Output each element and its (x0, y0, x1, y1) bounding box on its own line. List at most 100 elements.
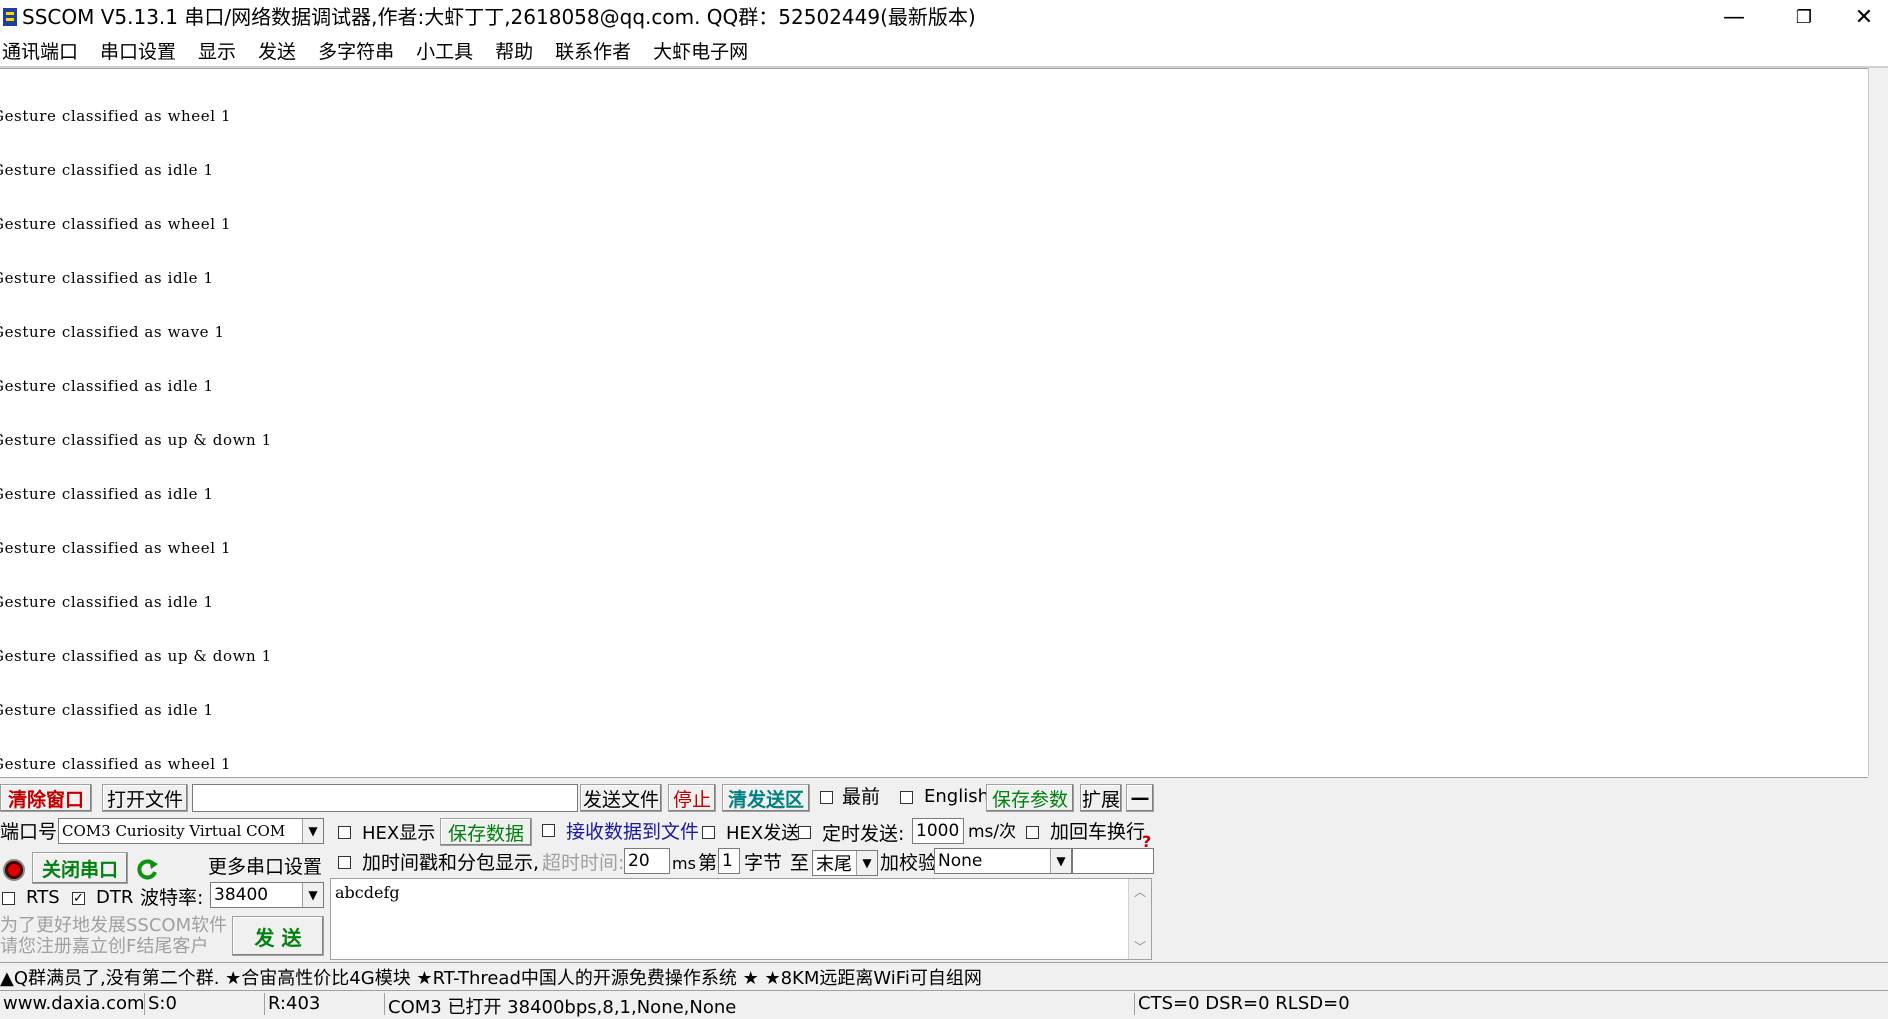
send-button[interactable]: 发 送 (232, 916, 324, 956)
add-crlf-label: 加回车换行 (1050, 821, 1146, 843)
receive-line: Gesture classified as up & down 1 (0, 647, 272, 665)
receive-line: Gesture classified as up & down 1 (0, 431, 272, 449)
collapse-button[interactable]: — (1126, 784, 1154, 812)
menu-contact-author[interactable]: 联系作者 (553, 37, 641, 64)
dtr-checkbox[interactable]: ✓ (72, 892, 85, 905)
menu-daxia-site[interactable]: 大虾电子网 (651, 37, 758, 64)
status-sent: S:0 (144, 993, 264, 1015)
send-file-button[interactable]: 发送文件 (580, 784, 662, 812)
nth-label: 第 (698, 852, 718, 874)
window-title: SSCOM V5.13.1 串口/网络数据调试器,作者:大虾丁丁,2618058… (22, 5, 976, 29)
byte-label: 字节 (744, 852, 783, 874)
open-file-button[interactable]: 打开文件 (102, 784, 188, 812)
send-text-area[interactable]: abcdefg ︿ ﹀ (330, 878, 1152, 960)
chevron-down-icon: ▼ (302, 819, 323, 843)
close-port-button[interactable]: 关闭串口 (32, 852, 128, 884)
recv-to-file-label[interactable]: 接收数据到文件 (566, 820, 699, 844)
menu-help[interactable]: 帮助 (493, 37, 543, 64)
dtr-label: DTR (96, 887, 134, 908)
english-label: English (924, 786, 989, 807)
english-checkbox[interactable] (900, 791, 913, 804)
scroll-down-icon[interactable]: ﹀ (1134, 938, 1146, 955)
refresh-icon[interactable] (134, 856, 160, 882)
ad-bar: ▲Q群满员了,没有第二个群. ★合宙高性价比4G模块 ★RT-Thread中国人… (0, 962, 1888, 989)
receive-line: Gesture classified as wheel 1 (0, 215, 232, 233)
menu-comm-port[interactable]: 通讯端口 (0, 37, 88, 64)
chevron-down-icon: ▼ (856, 851, 877, 875)
close-button[interactable]: ✕ (1840, 0, 1888, 34)
status-port-state: COM3 已打开 38400bps,8,1,None,None (384, 993, 1134, 1018)
maximize-button[interactable]: ❐ (1770, 0, 1838, 34)
receive-line: Gesture classified as wave 1 (0, 323, 225, 341)
hex-display-label: HEX显示 (362, 823, 436, 844)
receive-line: Gesture classified as idle 1 (0, 269, 214, 287)
baud-select-value: 38400 (214, 885, 269, 905)
to-label: 至 (790, 852, 810, 874)
rts-label: RTS (26, 887, 60, 908)
promo-line-1: 为了更好地发展SSCOM软件 (0, 915, 228, 936)
add-crlf-checkbox[interactable] (1026, 826, 1039, 839)
end-select[interactable]: 末尾 ▼ (812, 850, 878, 876)
stop-button[interactable]: 停止 (668, 784, 716, 812)
checksum-label: 加校验 (880, 852, 938, 874)
file-path-input[interactable] (192, 784, 578, 812)
hex-send-label: HEX发送 (726, 823, 800, 844)
port-select[interactable]: COM3 Curiosity Virtual COM ▼ (58, 818, 324, 844)
baud-select[interactable]: 38400 ▼ (210, 882, 324, 908)
receive-line: Gesture classified as idle 1 (0, 377, 214, 395)
menu-tools[interactable]: 小工具 (414, 37, 483, 64)
chevron-down-icon: ▼ (1050, 849, 1071, 873)
checksum-select[interactable]: None ▼ (934, 848, 1072, 874)
promo-line-2: 请您注册嘉立创F结尾客户 (0, 936, 209, 957)
timestamp-label: 加时间戳和分包显示, (362, 852, 540, 874)
expand-button[interactable]: 扩展 (1080, 784, 1122, 812)
status-site[interactable]: www.daxia.com (0, 993, 145, 1015)
timestamp-checkbox[interactable] (338, 856, 351, 869)
interval-unit: ms/次 (968, 822, 1017, 842)
clear-send-button[interactable]: 清发送区 (722, 784, 810, 812)
checksum-select-value: None (938, 851, 983, 871)
menu-serial-settings[interactable]: 串口设置 (98, 37, 186, 64)
interval-input[interactable]: 1000 (912, 818, 964, 844)
minimize-button[interactable]: — (1700, 0, 1768, 34)
clear-window-button[interactable]: 清除窗口 (0, 784, 92, 812)
topmost-label: 最前 (842, 786, 881, 808)
timeout-input[interactable]: 20 (624, 848, 670, 874)
timed-send-label: 定时发送: (822, 823, 905, 845)
rts-checkbox[interactable] (2, 892, 15, 905)
recv-to-file-checkbox[interactable] (542, 824, 555, 837)
receive-line: Gesture classified as wheel 1 (0, 107, 232, 125)
menu-multi-string[interactable]: 多字符串 (316, 37, 404, 64)
timed-send-checkbox[interactable] (798, 826, 811, 839)
receive-line: Gesture classified as idle 1 (0, 161, 214, 179)
receive-scrollbar[interactable] (1868, 68, 1888, 776)
send-text: abcdefg (335, 883, 400, 902)
ad-text[interactable]: ▲Q群满员了,没有第二个群. ★合宙高性价比4G模块 ★RT-Thread中国人… (0, 964, 982, 990)
port-status-icon (3, 859, 25, 881)
receive-line: Gesture classified as idle 1 (0, 485, 214, 503)
receive-line: Gesture classified as idle 1 (0, 593, 214, 611)
port-label: 端口号 (0, 821, 58, 843)
receive-line: Gesture classified as wheel 1 (0, 755, 232, 773)
more-settings-button[interactable]: 更多串口设置 (206, 850, 324, 880)
save-data-button[interactable]: 保存数据 (440, 818, 532, 846)
nth-input[interactable]: 1 (718, 848, 740, 874)
status-bar: www.daxia.com S:0 R:403 COM3 已打开 38400bp… (0, 990, 1888, 1018)
baud-label: 波特率: (140, 887, 204, 909)
scroll-up-icon[interactable]: ︿ (1134, 883, 1146, 900)
receive-lines: Gesture classified as wheel 1 Gesture cl… (0, 71, 272, 777)
topmost-checkbox[interactable] (820, 791, 833, 804)
status-lines: CTS=0 DSR=0 RLSD=0 (1134, 993, 1434, 1015)
save-params-button[interactable]: 保存参数 (986, 784, 1074, 812)
port-select-value: COM3 Curiosity Virtual COM (62, 822, 286, 840)
menu-display[interactable]: 显示 (196, 37, 246, 64)
hex-display-checkbox[interactable] (338, 826, 351, 839)
timeout-unit: ms (672, 854, 696, 873)
menu-bar: 通讯端口 串口设置 显示 发送 多字符串 小工具 帮助 联系作者 大虾电子网 (0, 34, 1888, 66)
app-icon (3, 8, 17, 26)
checksum-extra-input[interactable] (1072, 848, 1154, 874)
send-scrollbar[interactable]: ︿ ﹀ (1128, 879, 1151, 959)
receive-text-area[interactable]: Gesture classified as wheel 1 Gesture cl… (0, 68, 1868, 778)
hex-send-checkbox[interactable] (702, 826, 715, 839)
menu-send[interactable]: 发送 (256, 37, 306, 64)
